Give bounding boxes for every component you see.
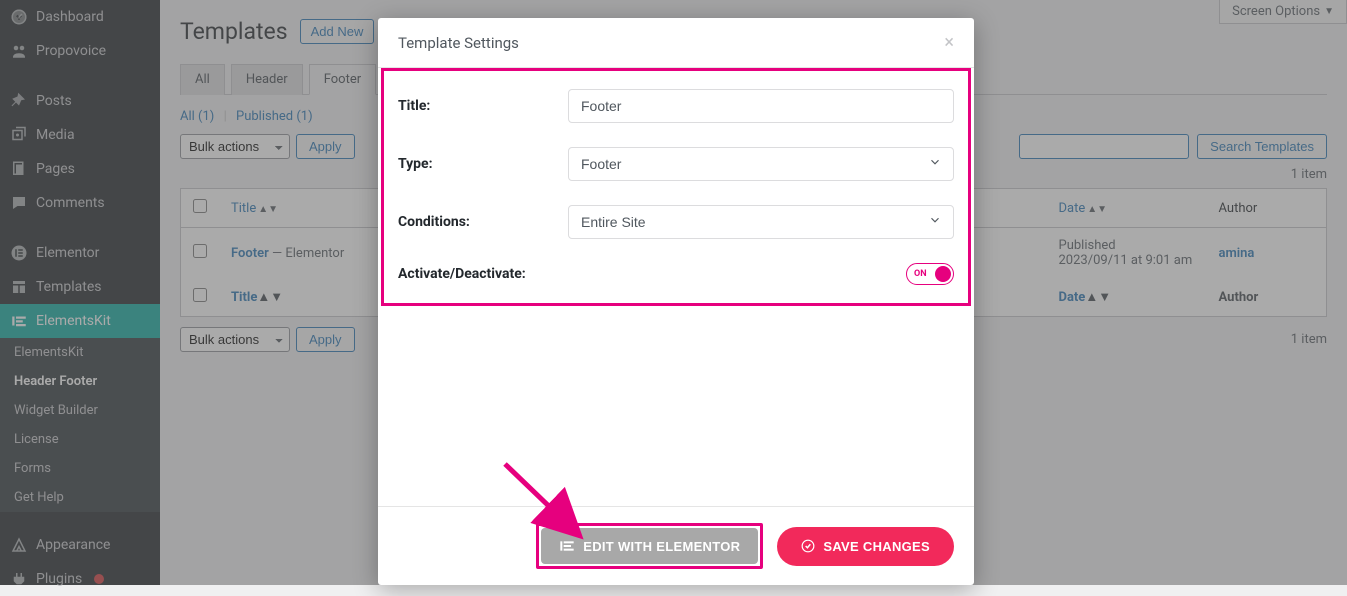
save-button-label: SAVE CHANGES: [823, 539, 930, 554]
edit-with-elementor-button[interactable]: EDIT WITH ELEMENTOR: [541, 528, 758, 564]
modal-footer: EDIT WITH ELEMENTOR SAVE CHANGES: [378, 506, 974, 585]
type-label: Type:: [398, 156, 568, 172]
activate-label: Activate/Deactivate:: [398, 266, 568, 282]
conditions-label: Conditions:: [398, 214, 568, 230]
check-circle-icon: [801, 539, 815, 553]
edit-button-highlight: EDIT WITH ELEMENTOR: [536, 523, 763, 569]
edit-button-label: EDIT WITH ELEMENTOR: [583, 539, 740, 554]
type-select[interactable]: Footer: [568, 147, 954, 181]
close-icon[interactable]: ×: [944, 32, 954, 53]
settings-highlight-box: Title: Type: Footer Conditions:: [381, 68, 971, 306]
toggle-knob: [935, 266, 951, 282]
toggle-state-text: ON: [914, 269, 927, 279]
elementskit-icon: [559, 538, 575, 554]
template-settings-modal: Template Settings × Title: Type: Footer: [378, 18, 974, 585]
modal-header: Template Settings ×: [378, 18, 974, 68]
activate-toggle[interactable]: ON: [906, 263, 954, 285]
title-input[interactable]: [568, 89, 954, 123]
title-label: Title:: [398, 98, 568, 114]
save-changes-button[interactable]: SAVE CHANGES: [777, 527, 954, 566]
modal-title: Template Settings: [398, 34, 519, 52]
conditions-select[interactable]: Entire Site: [568, 205, 954, 239]
